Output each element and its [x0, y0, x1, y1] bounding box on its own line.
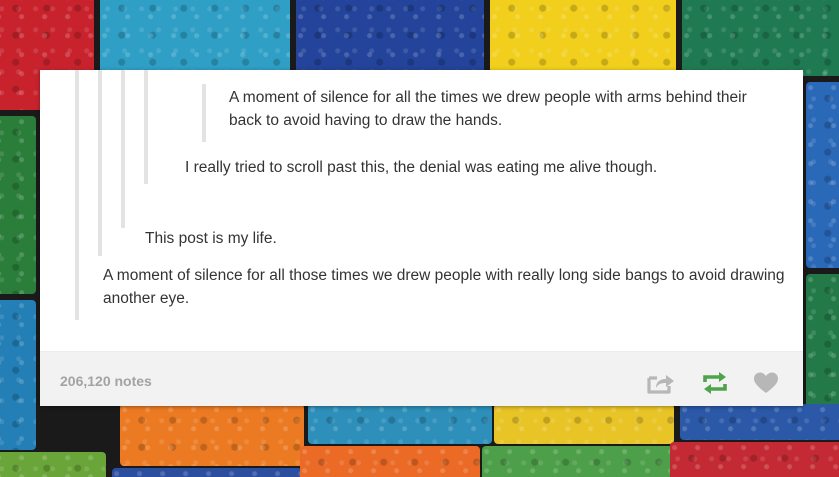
- post-body: A moment of silence for all the times we…: [40, 70, 803, 351]
- quote-text-level-2: This post is my life.: [145, 230, 277, 247]
- share-icon: [647, 375, 674, 394]
- reblog-icon: [703, 372, 727, 394]
- tumblr-post-card: A moment of silence for all the times we…: [40, 70, 803, 406]
- like-button[interactable]: [749, 368, 783, 398]
- brick: [806, 82, 839, 268]
- brick: [682, 0, 839, 76]
- brick: [296, 0, 484, 76]
- brick: [680, 404, 839, 440]
- brick: [0, 452, 106, 477]
- quote-rail: [144, 70, 148, 184]
- quote-rail: [98, 70, 102, 256]
- notes-count[interactable]: 206,120 notes: [60, 373, 152, 389]
- quote-rail: [75, 70, 79, 320]
- quote-text-innermost: A moment of silence for all the times we…: [229, 89, 747, 129]
- reblog-button[interactable]: [698, 368, 732, 398]
- brick: [112, 468, 302, 477]
- quote-text-level-3: I really tried to scroll past this, the …: [185, 159, 658, 176]
- post-text: A moment of silence for all those times …: [103, 267, 785, 307]
- heart-icon: [754, 372, 778, 393]
- brick: [0, 300, 36, 450]
- brick: [120, 404, 304, 466]
- quote-rail: [121, 70, 125, 228]
- brick: [100, 0, 290, 76]
- brick: [300, 446, 480, 477]
- brick: [494, 404, 674, 444]
- post-footer: 206,120 notes: [40, 351, 803, 406]
- brick: [308, 404, 492, 444]
- brick: [490, 0, 676, 76]
- brick: [806, 274, 839, 424]
- quote-rail: [202, 84, 206, 142]
- brick: [482, 446, 678, 477]
- brick: [670, 442, 839, 477]
- share-button[interactable]: [644, 368, 678, 398]
- brick: [0, 116, 36, 294]
